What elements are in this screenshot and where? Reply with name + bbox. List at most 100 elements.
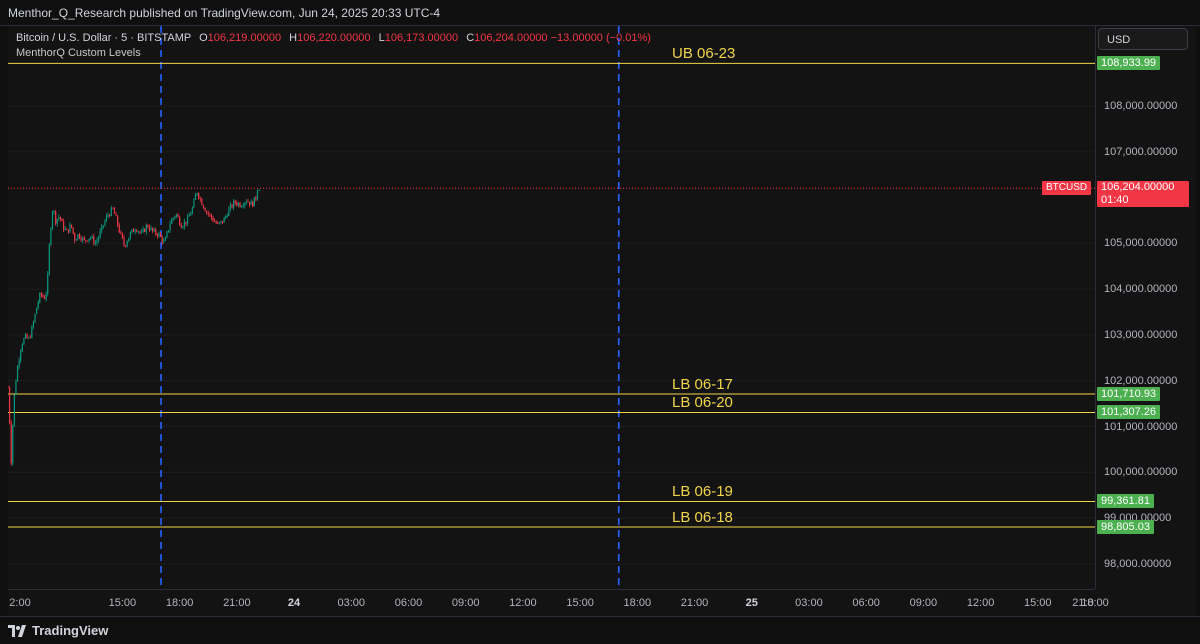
time-axis[interactable]: 2:00 15:00 18:00 21:00 24 03:00 06:00 09:00 12:0… [8,589,1109,616]
level-price-badge: 101,307.26 [1097,405,1161,420]
candle-body [180,224,182,228]
price-tick-label: 104,000.00000 [1104,283,1178,296]
candle-body [150,227,152,230]
candle-body [225,216,227,218]
candle-body [221,220,224,223]
candle-body [43,297,46,300]
candle-body [255,197,257,200]
time-tick-label: 15:00 [108,597,137,609]
level-label: LB 06-18 [672,508,733,526]
chart-plot-area[interactable] [8,26,1095,589]
chart-legend: Bitcoin / U.S. Dollar · 5 · BITSTAMP O10… [16,30,651,61]
level-price-badge: 98,805.03 [1097,519,1154,534]
candle-body [194,194,197,200]
candle-body [242,205,244,207]
candle-body [97,237,100,241]
candle-body [159,233,162,237]
candle-body [109,215,111,216]
time-tick-label: 25 [745,597,758,609]
time-tick-label: 03:00 [795,597,823,609]
candle-body [256,190,259,200]
close-key: C [466,32,475,44]
level-label: LB 06-19 [672,483,733,501]
candle-body [201,198,203,206]
candle-body [169,223,171,231]
candle-body [55,211,57,224]
time-tick-label: 09:00 [451,597,480,609]
candle-body [215,221,217,224]
candle-body [20,350,22,361]
candle-body [228,208,230,217]
candle-body [190,213,192,216]
candle-body [202,205,205,208]
candle-body [250,201,252,205]
candle-body [31,326,33,338]
price-tick-label: 101,000.00000 [1104,420,1178,433]
high-value: 106,220.00000 [297,32,371,44]
candle-body [91,236,93,238]
candle-body [32,322,35,327]
candle-body [155,229,157,235]
candle-body [174,216,176,218]
footer-bar: TradingView [0,616,1200,644]
candle-body [61,219,63,222]
ohlc-row: Bitcoin / U.S. Dollar · 5 · BITSTAMP O10… [16,30,651,46]
time-tick-label: 21:00 [223,597,251,609]
candle-body [45,293,47,300]
symbol-description[interactable]: Bitcoin / U.S. Dollar · 5 · BITSTAMP [16,32,191,44]
candle-body [105,215,108,221]
candle-body [77,234,79,240]
last-price-badge: 106,204.00000 01:40 [1097,181,1189,208]
candle-body [198,193,200,199]
candle-body [78,234,81,238]
level-label: UB 06-23 [672,45,736,63]
candle-body [104,220,106,226]
low-value: 106,173.00000 [384,32,459,44]
candle-body [239,203,241,207]
candle-body [53,211,55,213]
candle-body [96,240,98,244]
candle-body [82,237,84,241]
price-tick-label: 100,000.00000 [1104,466,1178,479]
candle-body [58,216,60,220]
candle-body [199,198,201,199]
candle-body [186,216,189,224]
candlestick-chart[interactable] [8,26,1095,589]
candle-body [148,227,151,230]
candle-body [107,215,109,216]
time-tick-label: 09:00 [909,597,938,609]
candle-body [120,232,122,234]
candle-body [258,190,260,192]
candles [8,188,260,467]
candle-body [204,207,206,212]
candle-body [137,231,139,233]
candle-body [94,243,97,244]
high-key: H [289,32,298,44]
candle-body [72,227,74,234]
tradingview-logo-icon [8,624,26,637]
candle-body [88,238,90,242]
candle-body [110,207,112,216]
candle-body [179,217,181,225]
candle-body [102,225,104,227]
candle-body [241,206,243,208]
candle-body [51,211,54,229]
time-tick-label: 03:00 [337,597,366,609]
candle-body [80,237,82,241]
indicator-label[interactable]: MenthorQ Custom Levels [16,46,651,61]
publisher-text: Menthor_Q_Research published on TradingV… [8,6,441,20]
candle-body [182,226,184,228]
candle-body [161,236,163,243]
time-tick-label: 12:00 [966,597,995,609]
candle-body [13,394,15,426]
level-label: LB 06-20 [672,394,733,412]
level-label: LB 06-17 [672,375,733,393]
candle-body [56,219,58,224]
candle-body [136,230,138,232]
candle-body [64,228,66,230]
candle-body [147,225,149,228]
candle-body [188,215,190,217]
candle-body [40,293,42,295]
candle-body [245,201,247,203]
candle-body [8,387,11,423]
